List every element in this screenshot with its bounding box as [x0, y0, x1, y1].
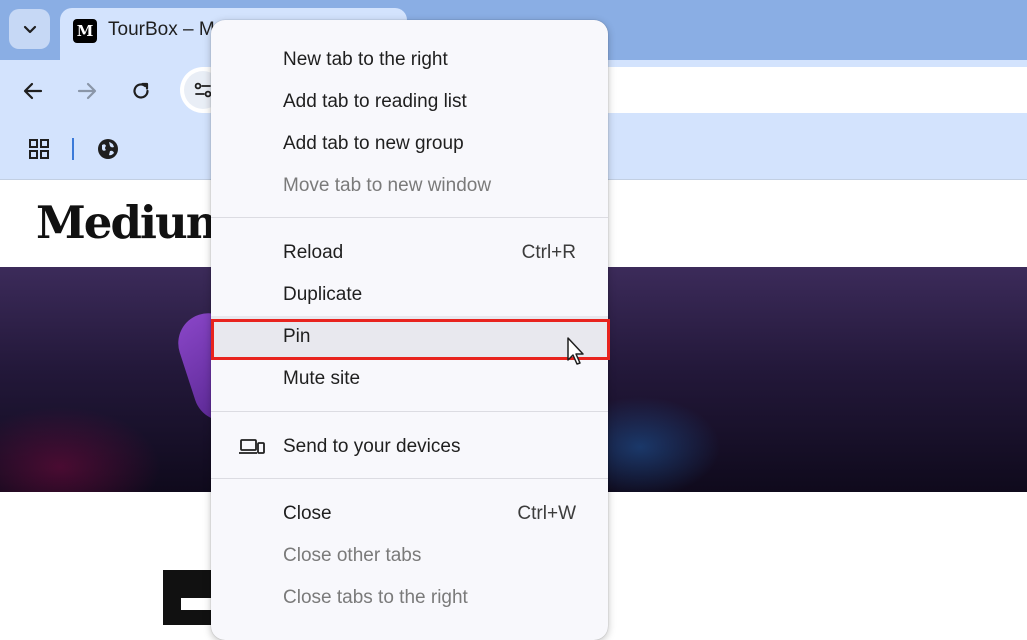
tab-title: TourBox – M [108, 19, 215, 40]
menu-item-pin[interactable]: Pin [211, 316, 608, 358]
menu-item-mute-site[interactable]: Mute site [211, 358, 608, 400]
menu-item-add-to-new-group[interactable]: Add tab to new group [211, 123, 608, 165]
menu-item-shortcut: Ctrl+R [521, 242, 576, 263]
menu-item-label: Send to your devices [283, 436, 461, 457]
tune-icon [194, 82, 212, 98]
apps-button[interactable] [26, 136, 52, 162]
reload-icon [133, 82, 149, 99]
menu-item-label: Close [283, 503, 332, 524]
menu-item-label: Add tab to new group [283, 133, 464, 154]
menu-item-label: Duplicate [283, 284, 363, 305]
menu-item-close[interactable]: Close Ctrl+W [211, 493, 608, 535]
mouse-cursor-icon [567, 337, 584, 365]
back-arrow-icon [23, 82, 43, 100]
chevron-down-icon [23, 25, 36, 34]
menu-divider [211, 411, 608, 412]
devices-icon [239, 439, 265, 454]
menu-item-add-to-reading-list[interactable]: Add tab to reading list [211, 81, 608, 123]
menu-divider [211, 217, 608, 218]
menu-item-label: Close other tabs [283, 545, 422, 566]
menu-item-label: Pin [283, 326, 311, 347]
reload-button[interactable] [122, 72, 160, 110]
bookmarks-divider [72, 138, 74, 160]
back-button[interactable] [14, 72, 52, 110]
apps-grid-icon [29, 139, 49, 159]
globe-icon [98, 139, 118, 159]
menu-item-label: New tab to the right [283, 49, 448, 70]
menu-item-send-to-devices[interactable]: Send to your devices [211, 426, 608, 468]
bookmark-globe[interactable] [95, 136, 121, 162]
menu-item-label: Close tabs to the right [283, 587, 468, 608]
menu-item-duplicate[interactable]: Duplicate [211, 274, 608, 316]
menu-item-label: Reload [283, 242, 344, 263]
medium-logo[interactable]: Medium [36, 193, 233, 253]
menu-item-reload[interactable]: Reload Ctrl+R [211, 232, 608, 274]
menu-item-new-tab-right[interactable]: New tab to the right [211, 39, 608, 81]
menu-item-close-tabs-right: Close tabs to the right [211, 577, 608, 619]
menu-item-label: Mute site [283, 368, 361, 389]
menu-item-close-other-tabs: Close other tabs [211, 535, 608, 577]
menu-item-label: Add tab to reading list [283, 91, 467, 112]
tab-context-menu: New tab to the right Add tab to reading … [211, 20, 608, 640]
medium-favicon-icon: M [73, 19, 97, 43]
menu-item-move-to-new-window: Move tab to new window [211, 165, 608, 207]
article-thumbnail [163, 570, 213, 625]
menu-item-label: Move tab to new window [283, 175, 492, 196]
tab-search-button[interactable] [9, 9, 50, 49]
menu-divider [211, 478, 608, 479]
menu-item-shortcut: Ctrl+W [517, 503, 576, 524]
forward-arrow-icon [77, 82, 97, 100]
forward-button[interactable] [68, 72, 106, 110]
hero-glow-left [0, 407, 160, 492]
